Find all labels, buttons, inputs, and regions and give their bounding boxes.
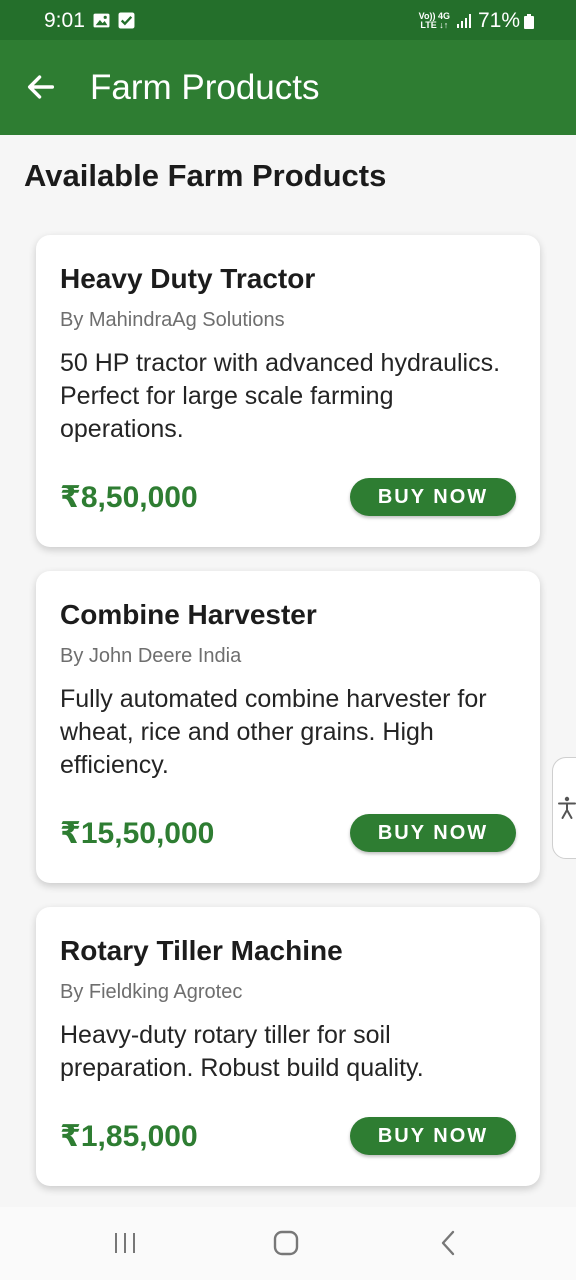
product-card: Rotary Tiller Machine By Fieldking Agrot… bbox=[36, 907, 540, 1186]
signal-icon bbox=[456, 14, 471, 28]
product-description: Heavy-duty rotary tiller for soil prepar… bbox=[60, 1021, 424, 1082]
network-indicator: Vo)) 4G LTE ↓↑ bbox=[419, 12, 450, 30]
battery-percentage: 71% bbox=[477, 9, 520, 32]
arrow-left-icon[interactable] bbox=[24, 70, 58, 104]
status-time: 9:01 bbox=[44, 9, 85, 32]
product-seller: By Fieldking Agrotec bbox=[60, 981, 243, 1003]
system-nav-bar bbox=[0, 1207, 576, 1280]
product-name: Rotary Tiller Machine bbox=[60, 935, 343, 966]
status-right: Vo)) 4G LTE ↓↑ 71% bbox=[419, 9, 536, 33]
page-title: Available Farm Products bbox=[24, 158, 387, 193]
product-description: 50 HP tractor with advanced hydraulics. … bbox=[60, 349, 501, 443]
product-price: ₹1,85,000 bbox=[60, 1120, 198, 1153]
back-icon[interactable] bbox=[438, 1229, 458, 1257]
notification-icons bbox=[93, 12, 135, 29]
network-bottom-label: LTE ↓↑ bbox=[420, 20, 449, 30]
product-seller: By John Deere India bbox=[60, 645, 242, 667]
gallery-icon bbox=[93, 13, 110, 28]
buy-now-button[interactable]: BUY NOW bbox=[350, 1117, 516, 1155]
checkbox-icon bbox=[118, 12, 135, 29]
app-bar-title: Farm Products bbox=[90, 68, 320, 107]
product-card: Heavy Duty Tractor By MahindraAg Solutio… bbox=[36, 235, 540, 547]
buy-now-button[interactable]: BUY NOW bbox=[350, 814, 516, 852]
status-bar: 9:01 Vo)) 4G LTE ↓↑ 71% bbox=[0, 0, 576, 40]
home-icon[interactable] bbox=[272, 1229, 300, 1257]
product-name: Combine Harvester bbox=[60, 599, 317, 630]
product-seller: By MahindraAg Solutions bbox=[60, 309, 285, 331]
product-card: Combine Harvester By John Deere India Fu… bbox=[36, 571, 540, 883]
product-description: Fully automated combine harvester for wh… bbox=[60, 685, 487, 779]
accessibility-tab[interactable] bbox=[552, 757, 576, 859]
app-bar: Farm Products bbox=[0, 40, 576, 135]
product-name: Heavy Duty Tractor bbox=[60, 263, 316, 294]
accessibility-icon bbox=[558, 796, 576, 819]
battery-icon bbox=[524, 14, 534, 29]
product-price: ₹8,50,000 bbox=[60, 481, 198, 514]
recents-icon[interactable] bbox=[112, 1231, 138, 1255]
product-price: ₹15,50,000 bbox=[60, 817, 215, 850]
buy-now-button[interactable]: BUY NOW bbox=[350, 478, 516, 516]
